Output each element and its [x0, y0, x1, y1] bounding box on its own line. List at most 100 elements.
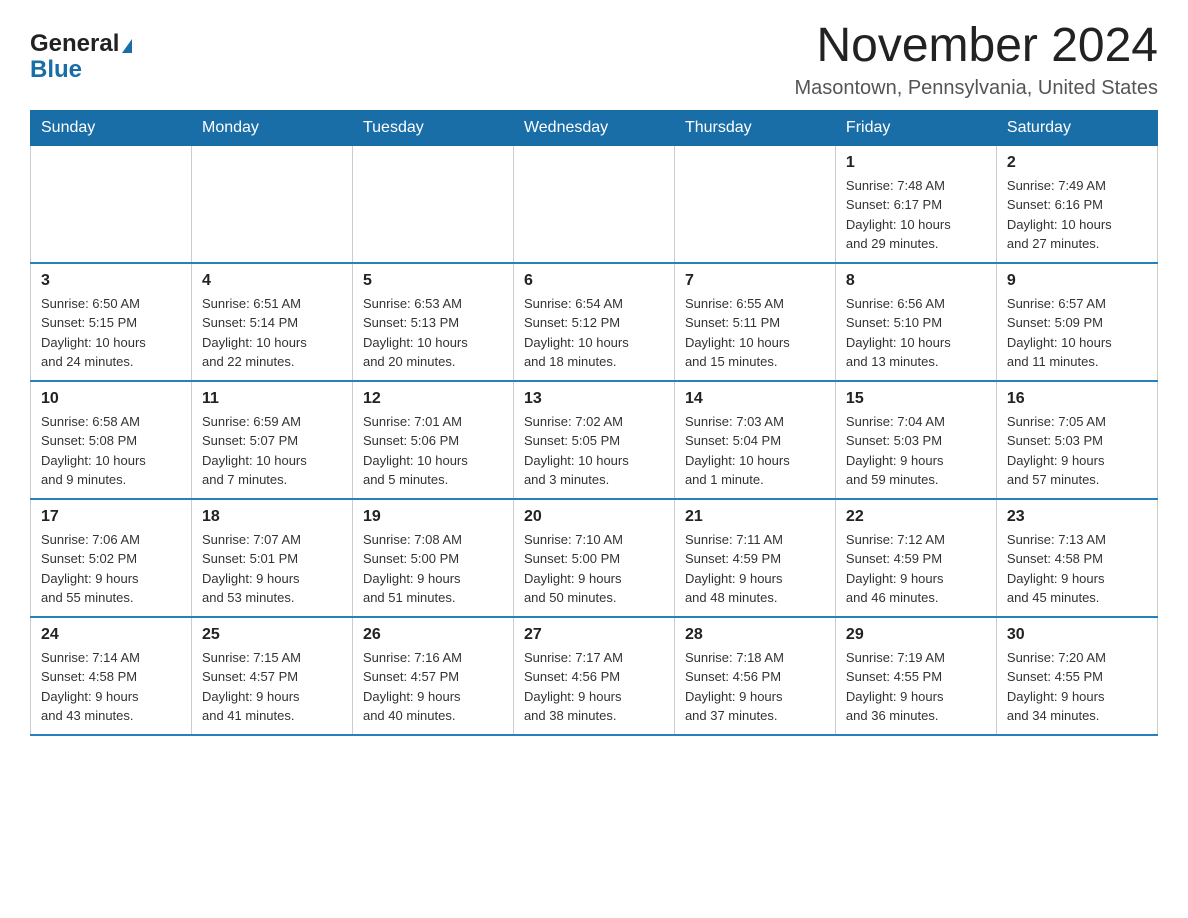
day-number: 14 — [685, 390, 825, 408]
calendar-week-row: 17Sunrise: 7:06 AM Sunset: 5:02 PM Dayli… — [31, 499, 1158, 617]
day-number: 18 — [202, 508, 342, 526]
calendar-header-monday: Monday — [191, 110, 352, 145]
calendar-cell: 24Sunrise: 7:14 AM Sunset: 4:58 PM Dayli… — [31, 617, 192, 735]
calendar-cell — [352, 145, 513, 263]
calendar-cell: 22 Sunrise: 7:12 AM Sunset: 4:59 PM Dayli… — [835, 499, 996, 617]
calendar-cell: 7Sunrise: 6:55 AM Sunset: 5:11 PM Daylig… — [674, 263, 835, 381]
day-number: 6 — [524, 272, 664, 290]
day-number: 25 — [202, 626, 342, 644]
calendar-cell: 10Sunrise: 6:58 AM Sunset: 5:08 PM Dayli… — [31, 381, 192, 499]
day-info: Sunrise: 6:53 AM Sunset: 5:13 PM Dayligh… — [363, 294, 503, 372]
day-info: Sunrise: 7:07 AM Sunset: 5:01 PM Dayligh… — [202, 530, 342, 608]
day-number: 2 — [1007, 154, 1147, 172]
calendar-cell: 9Sunrise: 6:57 AM Sunset: 5:09 PM Daylig… — [996, 263, 1157, 381]
calendar-header-sunday: Sunday — [31, 110, 192, 145]
day-number: 19 — [363, 508, 503, 526]
calendar-cell: 1Sunrise: 7:48 AM Sunset: 6:17 PM Daylig… — [835, 145, 996, 263]
calendar-cell: 15Sunrise: 7:04 AM Sunset: 5:03 PM Dayli… — [835, 381, 996, 499]
calendar-cell — [31, 145, 192, 263]
calendar-week-row: 3 Sunrise: 6:50 AM Sunset: 5:15 PM Daylig… — [31, 263, 1158, 381]
calendar-cell: 20 Sunrise: 7:10 AM Sunset: 5:00 PM Dayli… — [513, 499, 674, 617]
calendar-cell: 6 Sunrise: 6:54 AM Sunset: 5:12 PM Daylig… — [513, 263, 674, 381]
day-info: Sunrise: 7:10 AM Sunset: 5:00 PM Dayligh… — [524, 530, 664, 608]
calendar-cell: 8 Sunrise: 6:56 AM Sunset: 5:10 PM Daylig… — [835, 263, 996, 381]
calendar-cell: 14 Sunrise: 7:03 AM Sunset: 5:04 PM Dayli… — [674, 381, 835, 499]
calendar-cell: 19 Sunrise: 7:08 AM Sunset: 5:00 PM Dayli… — [352, 499, 513, 617]
day-info: Sunrise: 7:49 AM Sunset: 6:16 PM Dayligh… — [1007, 176, 1147, 254]
day-number: 21 — [685, 508, 825, 526]
calendar-cell: 17Sunrise: 7:06 AM Sunset: 5:02 PM Dayli… — [31, 499, 192, 617]
day-number: 9 — [1007, 272, 1147, 290]
day-number: 5 — [363, 272, 503, 290]
calendar-table: SundayMondayTuesdayWednesdayThursdayFrid… — [30, 110, 1158, 736]
day-number: 7 — [685, 272, 825, 290]
day-number: 4 — [202, 272, 342, 290]
day-info: Sunrise: 7:20 AM Sunset: 4:55 PM Dayligh… — [1007, 648, 1147, 726]
day-number: 8 — [846, 272, 986, 290]
calendar-cell: 2 Sunrise: 7:49 AM Sunset: 6:16 PM Daylig… — [996, 145, 1157, 263]
day-info: Sunrise: 7:13 AM Sunset: 4:58 PM Dayligh… — [1007, 530, 1147, 608]
day-info: Sunrise: 7:17 AM Sunset: 4:56 PM Dayligh… — [524, 648, 664, 726]
logo-blue-text: Blue — [30, 56, 82, 84]
month-title: November 2024 — [794, 20, 1158, 73]
day-info: Sunrise: 7:05 AM Sunset: 5:03 PM Dayligh… — [1007, 412, 1147, 490]
day-number: 23 — [1007, 508, 1147, 526]
day-info: Sunrise: 6:51 AM Sunset: 5:14 PM Dayligh… — [202, 294, 342, 372]
day-number: 29 — [846, 626, 986, 644]
logo-triangle-icon — [122, 39, 132, 53]
calendar-cell: 18 Sunrise: 7:07 AM Sunset: 5:01 PM Dayli… — [191, 499, 352, 617]
logo-general-text: General — [30, 30, 119, 58]
day-info: Sunrise: 7:15 AM Sunset: 4:57 PM Dayligh… — [202, 648, 342, 726]
day-number: 22 — [846, 508, 986, 526]
day-info: Sunrise: 7:16 AM Sunset: 4:57 PM Dayligh… — [363, 648, 503, 726]
day-info: Sunrise: 7:19 AM Sunset: 4:55 PM Dayligh… — [846, 648, 986, 726]
calendar-header-friday: Friday — [835, 110, 996, 145]
calendar-week-row: 10Sunrise: 6:58 AM Sunset: 5:08 PM Dayli… — [31, 381, 1158, 499]
day-info: Sunrise: 6:58 AM Sunset: 5:08 PM Dayligh… — [41, 412, 181, 490]
calendar-cell: 27Sunrise: 7:17 AM Sunset: 4:56 PM Dayli… — [513, 617, 674, 735]
calendar-cell: 16Sunrise: 7:05 AM Sunset: 5:03 PM Dayli… — [996, 381, 1157, 499]
day-number: 11 — [202, 390, 342, 408]
page-header: General Blue November 2024 Masontown, Pe… — [30, 20, 1158, 100]
calendar-cell — [674, 145, 835, 263]
day-number: 13 — [524, 390, 664, 408]
day-info: Sunrise: 6:56 AM Sunset: 5:10 PM Dayligh… — [846, 294, 986, 372]
calendar-cell: 30 Sunrise: 7:20 AM Sunset: 4:55 PM Dayli… — [996, 617, 1157, 735]
day-number: 1 — [846, 154, 986, 172]
day-number: 20 — [524, 508, 664, 526]
day-info: Sunrise: 6:59 AM Sunset: 5:07 PM Dayligh… — [202, 412, 342, 490]
calendar-cell: 4 Sunrise: 6:51 AM Sunset: 5:14 PM Daylig… — [191, 263, 352, 381]
logo: General Blue — [30, 20, 132, 84]
day-info: Sunrise: 6:50 AM Sunset: 5:15 PM Dayligh… — [41, 294, 181, 372]
calendar-cell: 12Sunrise: 7:01 AM Sunset: 5:06 PM Dayli… — [352, 381, 513, 499]
day-info: Sunrise: 7:12 AM Sunset: 4:59 PM Dayligh… — [846, 530, 986, 608]
calendar-cell: 21 Sunrise: 7:11 AM Sunset: 4:59 PM Dayli… — [674, 499, 835, 617]
calendar-cell: 26Sunrise: 7:16 AM Sunset: 4:57 PM Dayli… — [352, 617, 513, 735]
day-info: Sunrise: 7:08 AM Sunset: 5:00 PM Dayligh… — [363, 530, 503, 608]
day-number: 28 — [685, 626, 825, 644]
calendar-cell — [191, 145, 352, 263]
day-info: Sunrise: 7:11 AM Sunset: 4:59 PM Dayligh… — [685, 530, 825, 608]
day-info: Sunrise: 6:54 AM Sunset: 5:12 PM Dayligh… — [524, 294, 664, 372]
day-number: 3 — [41, 272, 181, 290]
day-info: Sunrise: 7:06 AM Sunset: 5:02 PM Dayligh… — [41, 530, 181, 608]
calendar-header-tuesday: Tuesday — [352, 110, 513, 145]
day-number: 30 — [1007, 626, 1147, 644]
day-info: Sunrise: 7:01 AM Sunset: 5:06 PM Dayligh… — [363, 412, 503, 490]
calendar-header-row: SundayMondayTuesdayWednesdayThursdayFrid… — [31, 110, 1158, 145]
calendar-cell: 5 Sunrise: 6:53 AM Sunset: 5:13 PM Daylig… — [352, 263, 513, 381]
calendar-cell: 13Sunrise: 7:02 AM Sunset: 5:05 PM Dayli… — [513, 381, 674, 499]
calendar-cell: 29 Sunrise: 7:19 AM Sunset: 4:55 PM Dayli… — [835, 617, 996, 735]
location-title: Masontown, Pennsylvania, United States — [794, 77, 1158, 100]
day-info: Sunrise: 7:03 AM Sunset: 5:04 PM Dayligh… — [685, 412, 825, 490]
calendar-cell: 3 Sunrise: 6:50 AM Sunset: 5:15 PM Daylig… — [31, 263, 192, 381]
day-info: Sunrise: 7:18 AM Sunset: 4:56 PM Dayligh… — [685, 648, 825, 726]
title-block: November 2024 Masontown, Pennsylvania, U… — [794, 20, 1158, 100]
day-number: 24 — [41, 626, 181, 644]
calendar-cell — [513, 145, 674, 263]
calendar-header-thursday: Thursday — [674, 110, 835, 145]
calendar-cell: 28 Sunrise: 7:18 AM Sunset: 4:56 PM Dayli… — [674, 617, 835, 735]
calendar-cell: 23 Sunrise: 7:13 AM Sunset: 4:58 PM Dayli… — [996, 499, 1157, 617]
day-info: Sunrise: 7:04 AM Sunset: 5:03 PM Dayligh… — [846, 412, 986, 490]
calendar-week-row: 1Sunrise: 7:48 AM Sunset: 6:17 PM Daylig… — [31, 145, 1158, 263]
